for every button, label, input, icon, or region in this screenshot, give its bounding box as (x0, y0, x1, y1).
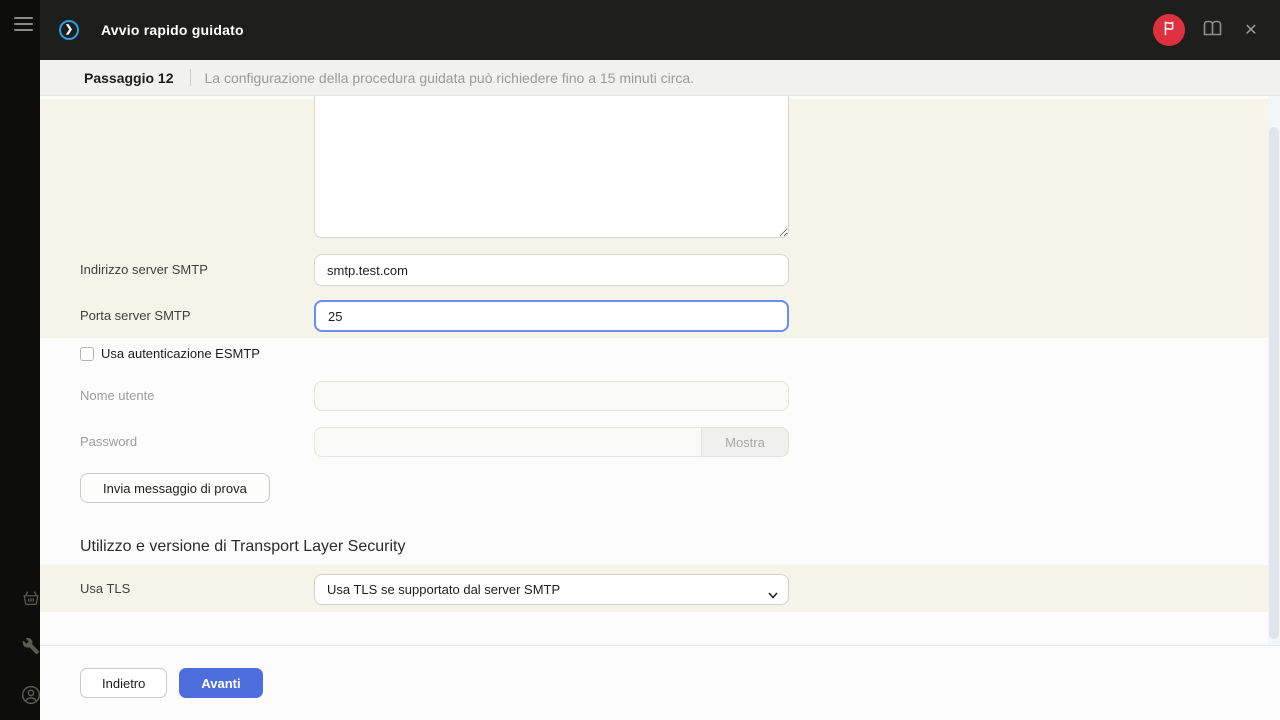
wizard-footer: Indietro Avanti (40, 645, 1280, 720)
use-tls-label: Usa TLS (80, 580, 130, 598)
wizard-header: ❯ Avvio rapido guidato ✕ (40, 0, 1280, 60)
book-icon (1203, 20, 1222, 41)
sidebar-item-licensing[interactable] (20, 589, 42, 611)
notification-text-area[interactable] (314, 96, 789, 238)
send-test-message-button[interactable]: Invia messaggio di prova (80, 473, 270, 503)
password-input (314, 427, 702, 457)
sidebar-item-account[interactable] (20, 686, 42, 708)
step-label: Passaggio 12 (84, 70, 174, 86)
tls-section-title: Utilizzo e versione di Transport Layer S… (80, 538, 405, 556)
close-icon[interactable]: ✕ (1239, 18, 1263, 42)
username-label: Nome utente (80, 387, 154, 405)
wizard-title: Avvio rapido guidato (101, 22, 244, 38)
menu-icon[interactable] (14, 17, 33, 31)
notifications-flag-button[interactable] (1153, 14, 1185, 46)
basket-icon (22, 589, 40, 612)
quickstart-glyph: ❯ (65, 25, 73, 35)
smtp-port-label: Porta server SMTP (80, 307, 191, 325)
step-divider (190, 69, 191, 86)
esmtp-checkbox-label: Usa autenticazione ESMTP (101, 346, 260, 361)
wrench-icon (22, 637, 40, 660)
smtp-address-label: Indirizzo server SMTP (80, 261, 208, 279)
sidebar-item-settings[interactable] (20, 637, 42, 659)
close-glyph: ✕ (1244, 20, 1257, 40)
username-input (314, 381, 789, 411)
password-label: Password (80, 433, 137, 451)
help-manual-button[interactable] (1200, 18, 1224, 42)
esmtp-checkbox[interactable] (80, 347, 94, 361)
app-sidebar (0, 0, 40, 720)
tls-mode-select[interactable]: Usa TLS se supportato dal server SMTP (314, 574, 789, 605)
back-button[interactable]: Indietro (80, 668, 167, 698)
flag-icon (1161, 20, 1177, 41)
step-bar: Passaggio 12 La configurazione della pro… (40, 60, 1280, 96)
wizard-content: Indirizzo server SMTP Porta server SMTP … (40, 96, 1280, 720)
account-icon (21, 685, 41, 710)
scrollbar-track[interactable] (1268, 96, 1280, 645)
show-password-button: Mostra (701, 427, 789, 457)
scrollbar-thumb[interactable] (1269, 127, 1279, 639)
next-button[interactable]: Avanti (179, 668, 262, 698)
smtp-port-input[interactable] (314, 300, 789, 332)
esmtp-checkbox-row[interactable]: Usa autenticazione ESMTP (80, 346, 260, 361)
smtp-address-input[interactable] (314, 254, 789, 286)
step-note: La configurazione della procedura guidat… (205, 70, 695, 86)
quickstart-icon: ❯ (59, 20, 79, 40)
